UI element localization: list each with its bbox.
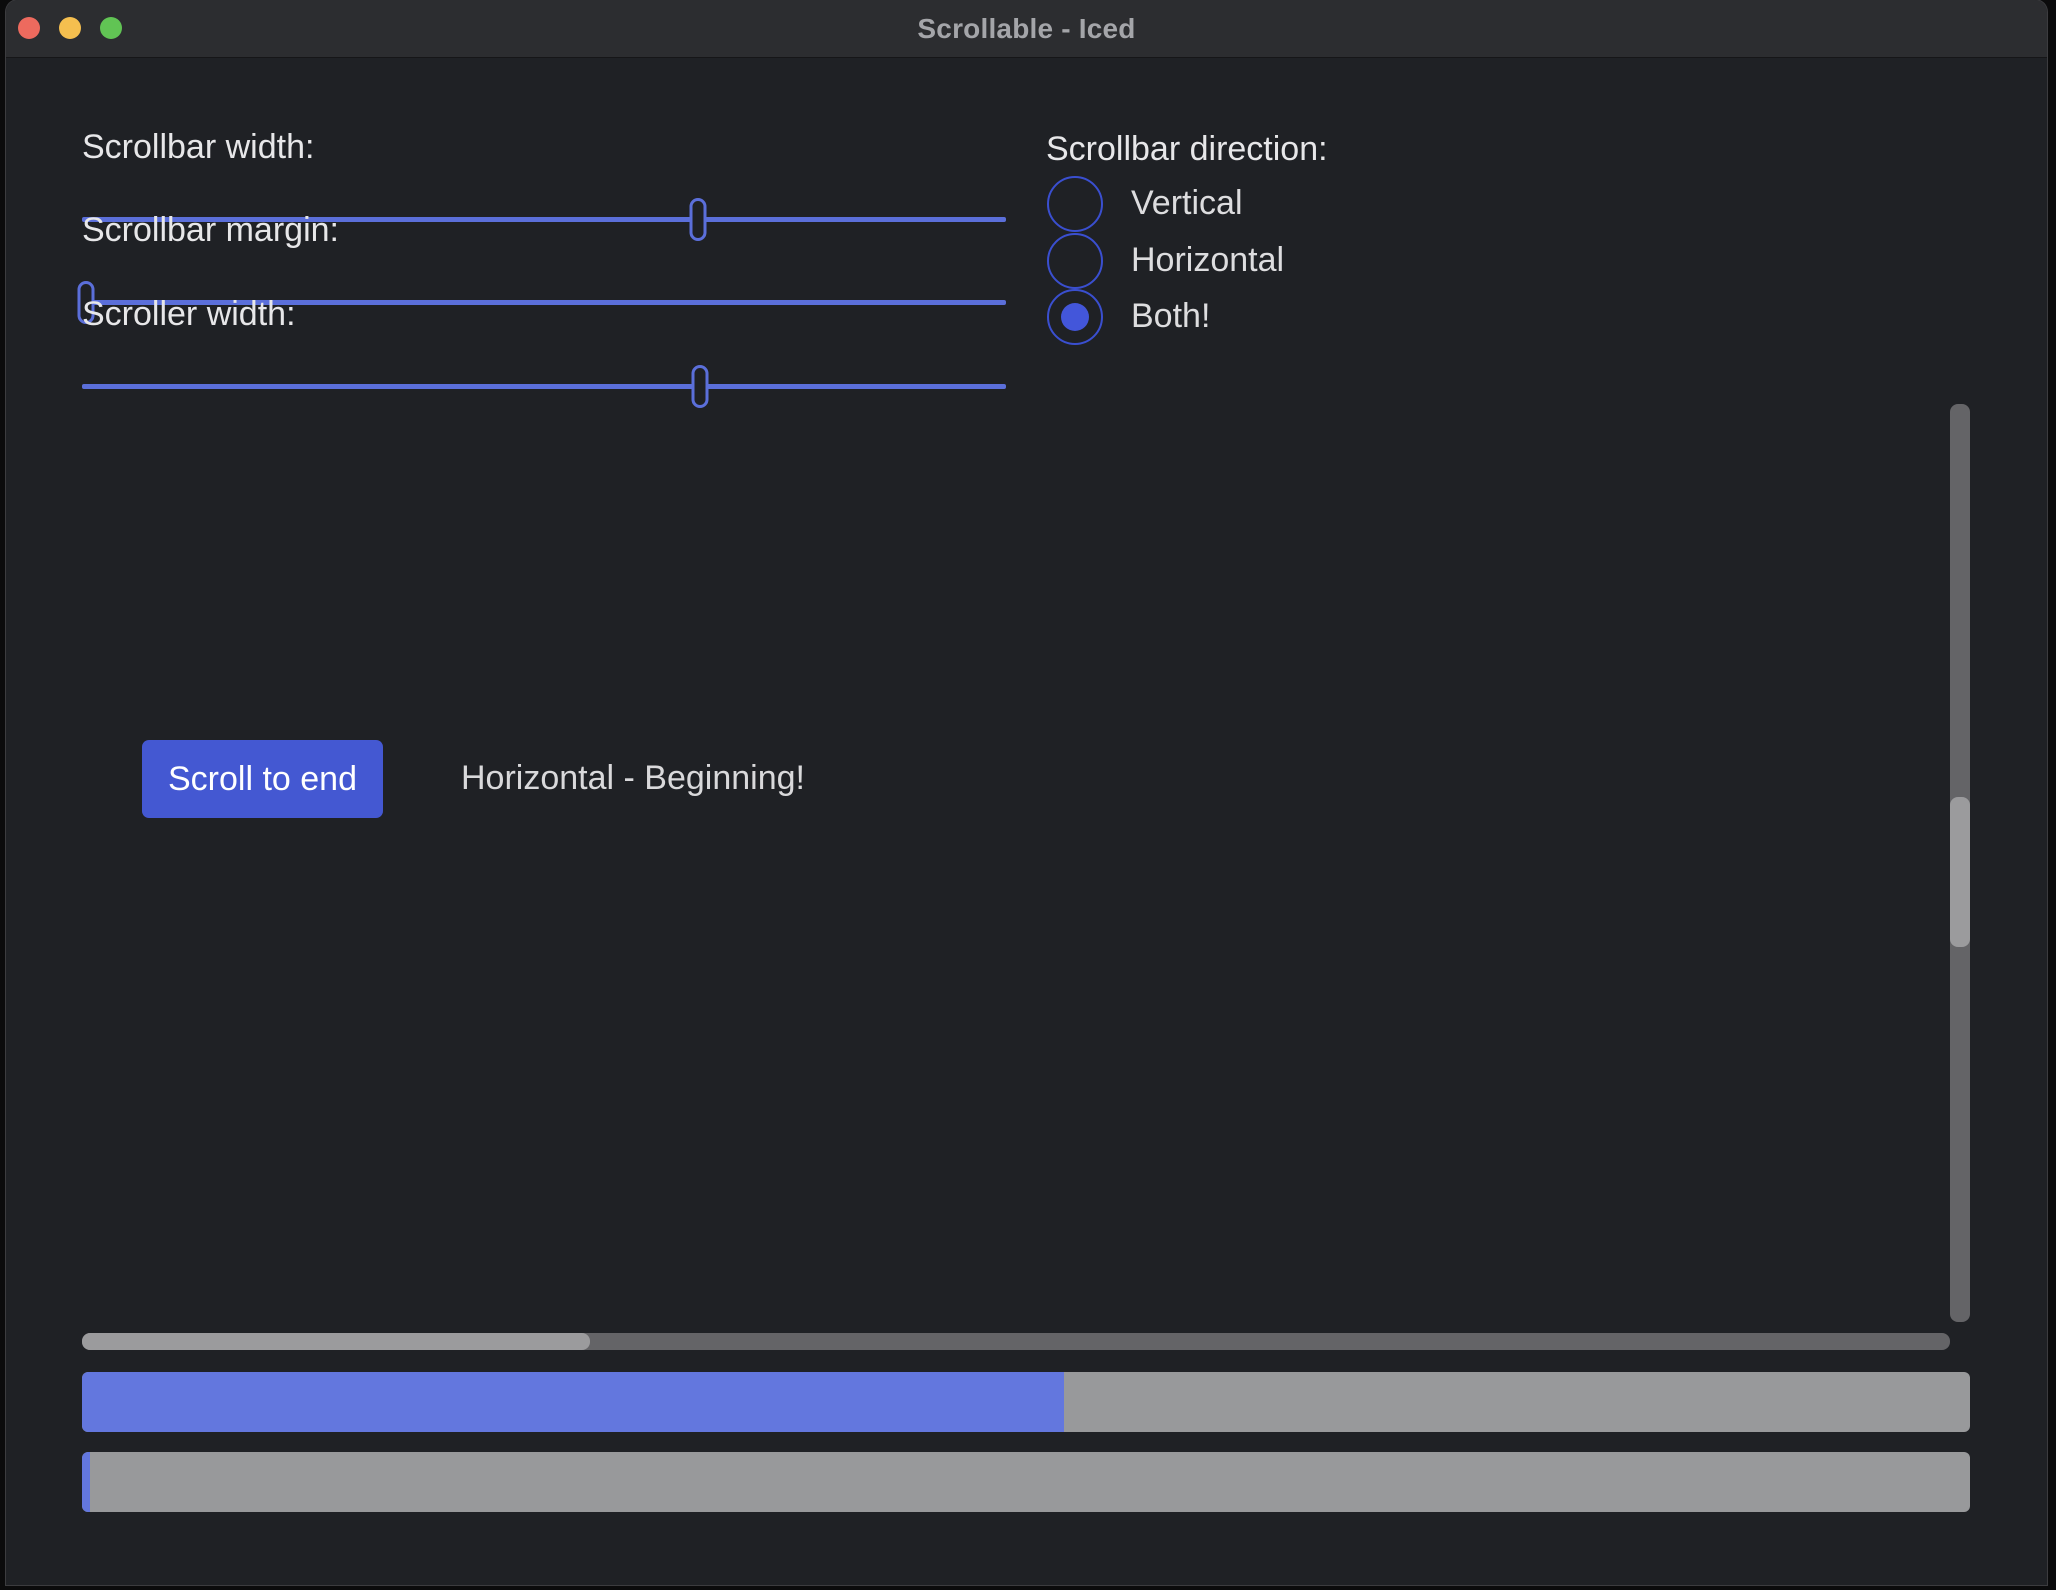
slider-track[interactable] [82, 384, 1006, 389]
scrollbar-margin-label: Scrollbar margin: [82, 210, 339, 251]
scroller-width-slider[interactable] [82, 365, 1006, 408]
radio-vertical-label: Vertical [1131, 184, 1243, 223]
main-content: Scrollbar width: Scrollbar margin: Scrol… [6, 57, 2047, 1585]
radio-vertical[interactable]: Vertical [1047, 175, 1243, 232]
horizontal-scrollbar-thumb[interactable] [82, 1333, 590, 1350]
slider-handle[interactable] [692, 365, 709, 408]
scrollbar-direction-label: Scrollbar direction: [1046, 129, 1328, 170]
radio-circle-icon[interactable] [1047, 176, 1103, 232]
scroller-width-label: Scroller width: [82, 294, 296, 335]
progress-fill [82, 1452, 90, 1512]
scroll-to-end-button[interactable]: Scroll to end [142, 740, 383, 818]
radio-horizontal-label: Horizontal [1131, 241, 1284, 280]
radio-circle-icon[interactable] [1047, 233, 1103, 289]
slider-handle[interactable] [690, 198, 707, 241]
vertical-scrollbar-rail[interactable] [1950, 404, 1970, 1322]
radio-horizontal[interactable]: Horizontal [1047, 232, 1284, 289]
vertical-progress-bar [82, 1452, 1970, 1512]
scrollbar-width-label: Scrollbar width: [82, 127, 314, 168]
vertical-scrollbar-thumb[interactable] [1950, 797, 1970, 948]
radio-both[interactable]: Both! [1047, 288, 1210, 345]
radio-circle-icon[interactable] [1047, 289, 1103, 345]
radio-dot-icon [1061, 303, 1089, 331]
scroll-status-text: Horizontal - Beginning! [461, 758, 805, 799]
horizontal-scrollbar-rail[interactable] [82, 1333, 1950, 1350]
window-title: Scrollable - Iced [6, 0, 2047, 57]
progress-fill [82, 1372, 1064, 1432]
app-window: Scrollable - Iced Scrollbar width: Scrol… [6, 0, 2047, 1585]
radio-both-label: Both! [1131, 297, 1210, 336]
horizontal-progress-bar [82, 1372, 1970, 1432]
titlebar: Scrollable - Iced [6, 0, 2047, 58]
